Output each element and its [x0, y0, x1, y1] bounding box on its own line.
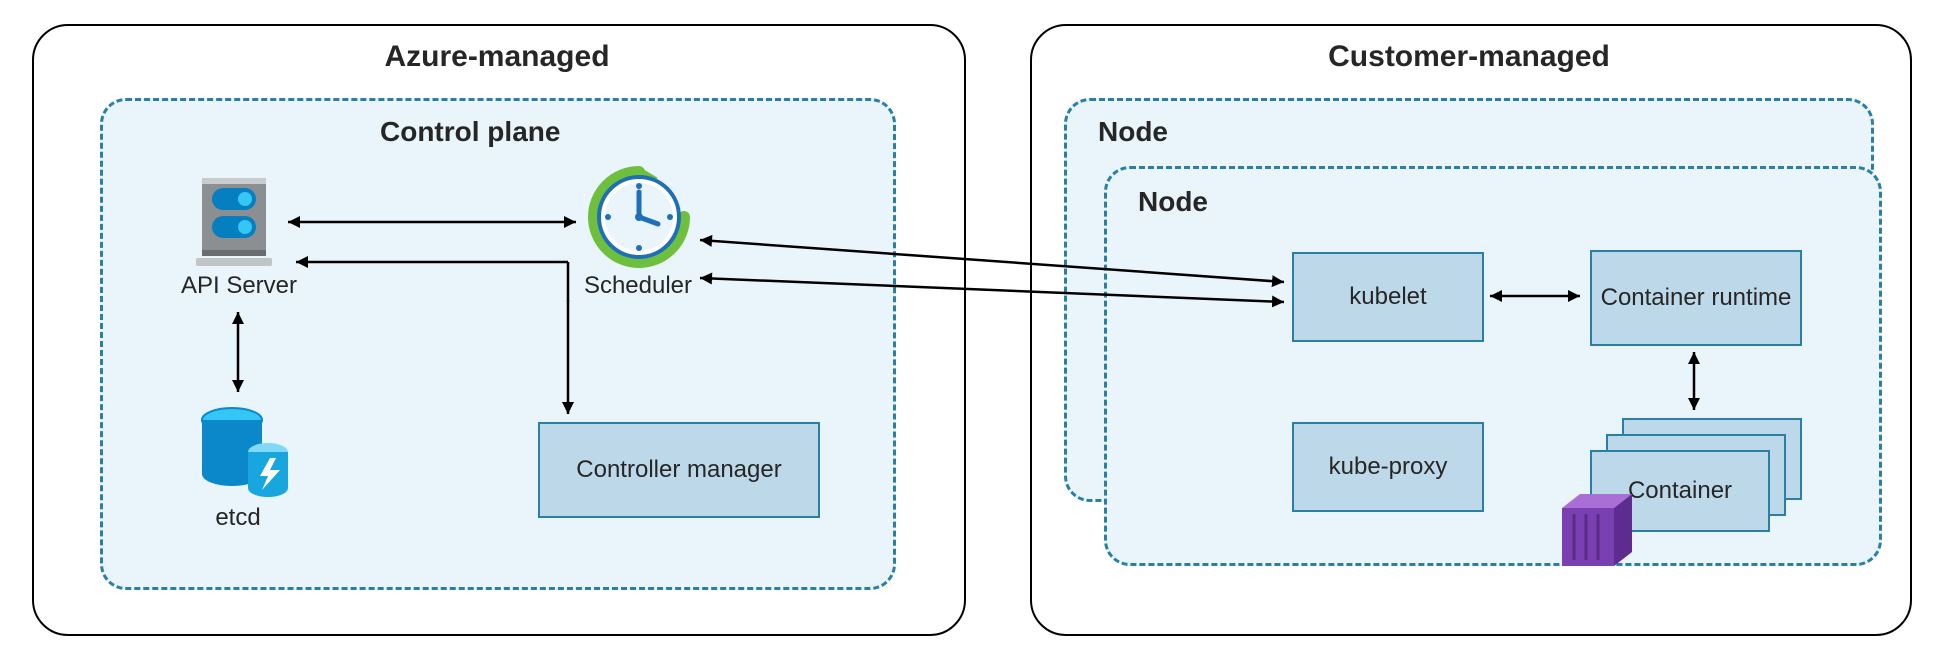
- box-kube-proxy: kube-proxy: [1292, 422, 1484, 512]
- scheduler-label: Scheduler: [578, 272, 698, 300]
- box-kubelet: kubelet: [1292, 252, 1484, 342]
- box-container-label: Container: [1628, 477, 1732, 506]
- api-server-label: API Server: [174, 272, 304, 300]
- box-controller-manager: Controller manager: [538, 422, 820, 518]
- box-kube-proxy-label: kube-proxy: [1329, 453, 1448, 482]
- etcd-icon: [198, 400, 294, 500]
- box-kubelet-label: kubelet: [1349, 283, 1426, 312]
- api-server-icon: [192, 174, 276, 270]
- box-container-runtime-label: Container runtime: [1601, 284, 1792, 313]
- container-cube-icon: [1544, 488, 1640, 574]
- scheduler-icon: [588, 166, 690, 268]
- etcd-label: etcd: [208, 504, 268, 532]
- box-controller-manager-label: Controller manager: [576, 456, 781, 485]
- box-container-runtime: Container runtime: [1590, 250, 1802, 346]
